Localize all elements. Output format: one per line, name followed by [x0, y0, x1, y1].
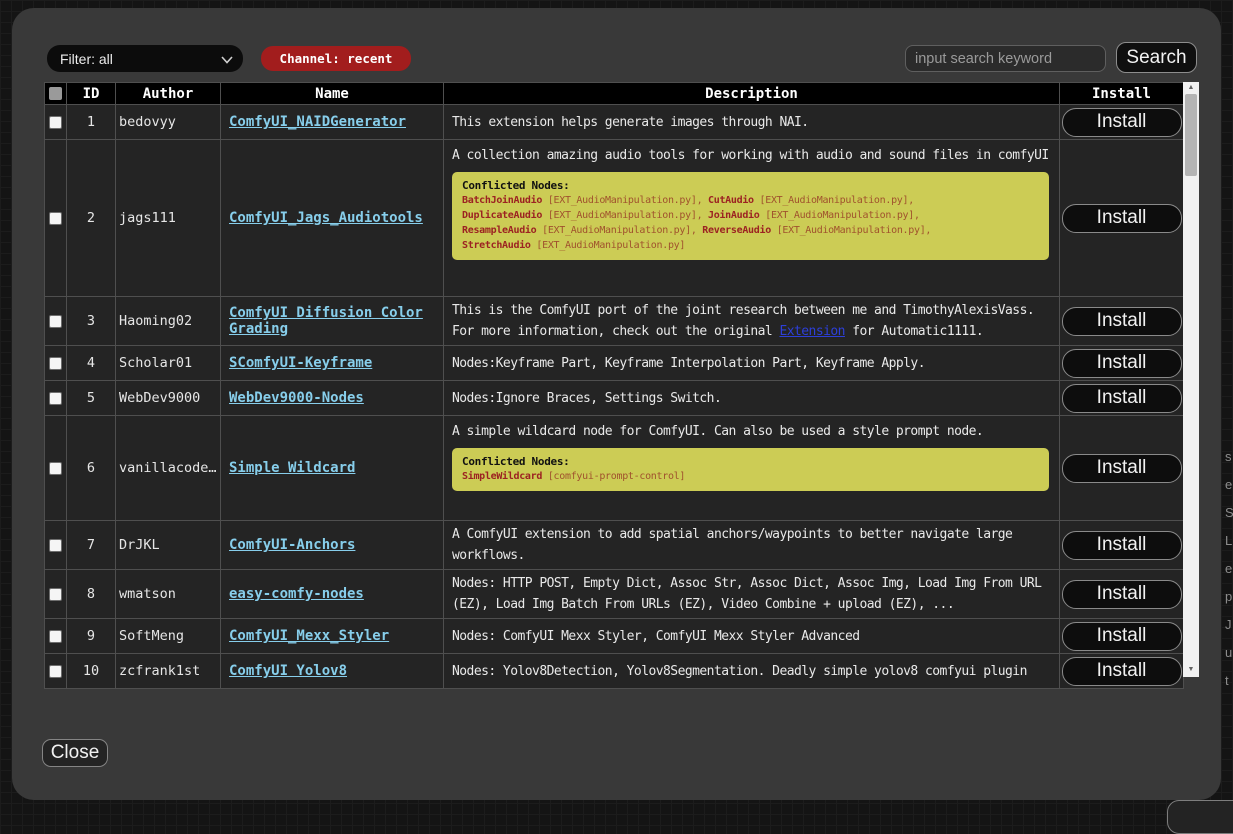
- select-all-checkbox[interactable]: [49, 87, 62, 100]
- extension-link[interactable]: Extension: [779, 324, 845, 339]
- row-checkbox[interactable]: [49, 665, 62, 678]
- row-author: bedovyy: [116, 105, 221, 140]
- row-id: 2: [67, 140, 116, 297]
- row-author: Scholar01: [116, 346, 221, 381]
- row-checkbox[interactable]: [49, 357, 62, 370]
- node-name-link[interactable]: ComfyUI Yolov8: [229, 663, 347, 679]
- table-row: 2 jags111 ComfyUI_Jags_Audiotools A coll…: [45, 140, 1184, 297]
- install-button[interactable]: Install: [1062, 531, 1182, 560]
- table-row: 5 WebDev9000 WebDev9000-Nodes Nodes:Igno…: [45, 381, 1184, 416]
- table-row: 1 bedovyy ComfyUI_NAIDGenerator This ext…: [45, 105, 1184, 140]
- table-header-row: ID Author Name Description Install: [45, 83, 1184, 105]
- scrollbar-thumb[interactable]: [1185, 94, 1197, 176]
- row-author: Haoming02: [116, 297, 221, 346]
- row-description: Nodes: Yolov8Detection, Yolov8Segmentati…: [444, 654, 1060, 689]
- row-author: jags111: [116, 140, 221, 297]
- scroll-up-icon[interactable]: ▲: [1183, 82, 1199, 94]
- header-author: Author: [116, 83, 221, 105]
- table-row: 9 SoftMeng ComfyUI_Mexx_Styler Nodes: Co…: [45, 619, 1184, 654]
- row-checkbox[interactable]: [49, 212, 62, 225]
- row-checkbox[interactable]: [49, 462, 62, 475]
- row-checkbox[interactable]: [49, 539, 62, 552]
- node-name-link[interactable]: easy-comfy-nodes: [229, 586, 364, 602]
- row-id: 7: [67, 521, 116, 570]
- row-description: Nodes:Keyframe Part, Keyframe Interpolat…: [444, 346, 1060, 381]
- install-custom-nodes-dialog: Filter: all Channel: recent Search ID Au…: [12, 8, 1221, 800]
- node-name-link[interactable]: SComfyUI-Keyframe: [229, 355, 372, 371]
- row-id: 10: [67, 654, 116, 689]
- row-author: DrJKL: [116, 521, 221, 570]
- row-description: This extension helps generate images thr…: [444, 105, 1060, 140]
- scroll-down-icon[interactable]: ▼: [1183, 664, 1199, 676]
- search-button[interactable]: Search: [1116, 42, 1197, 73]
- row-id: 1: [67, 105, 116, 140]
- header-name: Name: [221, 83, 444, 105]
- row-author: SoftMeng: [116, 619, 221, 654]
- node-name-link[interactable]: ComfyUI-Anchors: [229, 537, 355, 553]
- row-description: This is the ComfyUI port of the joint re…: [444, 297, 1060, 346]
- row-checkbox[interactable]: [49, 116, 62, 129]
- header-id: ID: [67, 83, 116, 105]
- table-row: 7 DrJKL ComfyUI-Anchors A ComfyUI extens…: [45, 521, 1184, 570]
- search-input[interactable]: [905, 45, 1106, 72]
- row-id: 9: [67, 619, 116, 654]
- table-row: 6 vanillacode… Simple Wildcard A simple …: [45, 416, 1184, 521]
- close-button[interactable]: Close: [42, 739, 108, 767]
- custom-nodes-grid: ID Author Name Description Install 1 bed…: [44, 82, 1199, 677]
- install-button[interactable]: Install: [1062, 307, 1182, 336]
- row-description: Nodes: ComfyUI Mexx Styler, ComfyUI Mexx…: [444, 619, 1060, 654]
- install-button[interactable]: Install: [1062, 580, 1182, 609]
- row-description: A ComfyUI extension to add spatial ancho…: [444, 521, 1060, 570]
- install-button[interactable]: Install: [1062, 384, 1182, 413]
- node-name-link[interactable]: Simple Wildcard: [229, 460, 355, 476]
- chevron-down-icon: [221, 51, 233, 67]
- install-button[interactable]: Install: [1062, 349, 1182, 378]
- table-row: 10 zcfrank1st ComfyUI Yolov8 Nodes: Yolo…: [45, 654, 1184, 689]
- background-menu-edge: s e S L e p J u t: [1225, 443, 1233, 695]
- row-author: zcfrank1st: [116, 654, 221, 689]
- table-row: 3 Haoming02 ComfyUI Diffusion Color Grad…: [45, 297, 1184, 346]
- header-install: Install: [1060, 83, 1184, 105]
- row-checkbox[interactable]: [49, 630, 62, 643]
- node-name-link[interactable]: ComfyUI_Mexx_Styler: [229, 628, 389, 644]
- table-scrollbar[interactable]: ▲ ▼: [1183, 82, 1199, 677]
- filter-select[interactable]: Filter: all: [47, 45, 243, 72]
- node-name-link[interactable]: ComfyUI_Jags_Audiotools: [229, 210, 423, 226]
- row-author: vanillacode…: [116, 416, 221, 521]
- node-name-link[interactable]: ComfyUI Diffusion Color Grading: [229, 305, 423, 337]
- row-checkbox[interactable]: [49, 392, 62, 405]
- install-button[interactable]: Install: [1062, 454, 1182, 483]
- node-name-link[interactable]: ComfyUI_NAIDGenerator: [229, 114, 406, 130]
- conflict-warning: Conflicted Nodes: SimpleWildcard[comfyui…: [452, 448, 1049, 491]
- row-id: 6: [67, 416, 116, 521]
- channel-button[interactable]: Channel: recent: [261, 46, 411, 71]
- install-button[interactable]: Install: [1062, 204, 1182, 233]
- header-description: Description: [444, 83, 1060, 105]
- row-id: 5: [67, 381, 116, 416]
- row-description: Nodes:Ignore Braces, Settings Switch.: [444, 381, 1060, 416]
- node-name-link[interactable]: WebDev9000-Nodes: [229, 390, 364, 406]
- background-partial-button: [1167, 800, 1233, 834]
- filter-select-value: Filter: all: [60, 51, 113, 67]
- row-description: Nodes: HTTP POST, Empty Dict, Assoc Str,…: [444, 570, 1060, 619]
- row-checkbox[interactable]: [49, 315, 62, 328]
- row-id: 3: [67, 297, 116, 346]
- table-row: 4 Scholar01 SComfyUI-Keyframe Nodes:Keyf…: [45, 346, 1184, 381]
- row-author: wmatson: [116, 570, 221, 619]
- row-id: 8: [67, 570, 116, 619]
- install-button[interactable]: Install: [1062, 622, 1182, 651]
- row-description: A simple wildcard node for ComfyUI. Can …: [444, 416, 1060, 521]
- row-author: WebDev9000: [116, 381, 221, 416]
- install-button[interactable]: Install: [1062, 657, 1182, 686]
- table-row: 8 wmatson easy-comfy-nodes Nodes: HTTP P…: [45, 570, 1184, 619]
- install-button[interactable]: Install: [1062, 108, 1182, 137]
- conflict-warning: Conflicted Nodes: BatchJoinAudio[EXT_Aud…: [452, 172, 1049, 260]
- row-checkbox[interactable]: [49, 588, 62, 601]
- row-id: 4: [67, 346, 116, 381]
- row-description: A collection amazing audio tools for wor…: [444, 140, 1060, 297]
